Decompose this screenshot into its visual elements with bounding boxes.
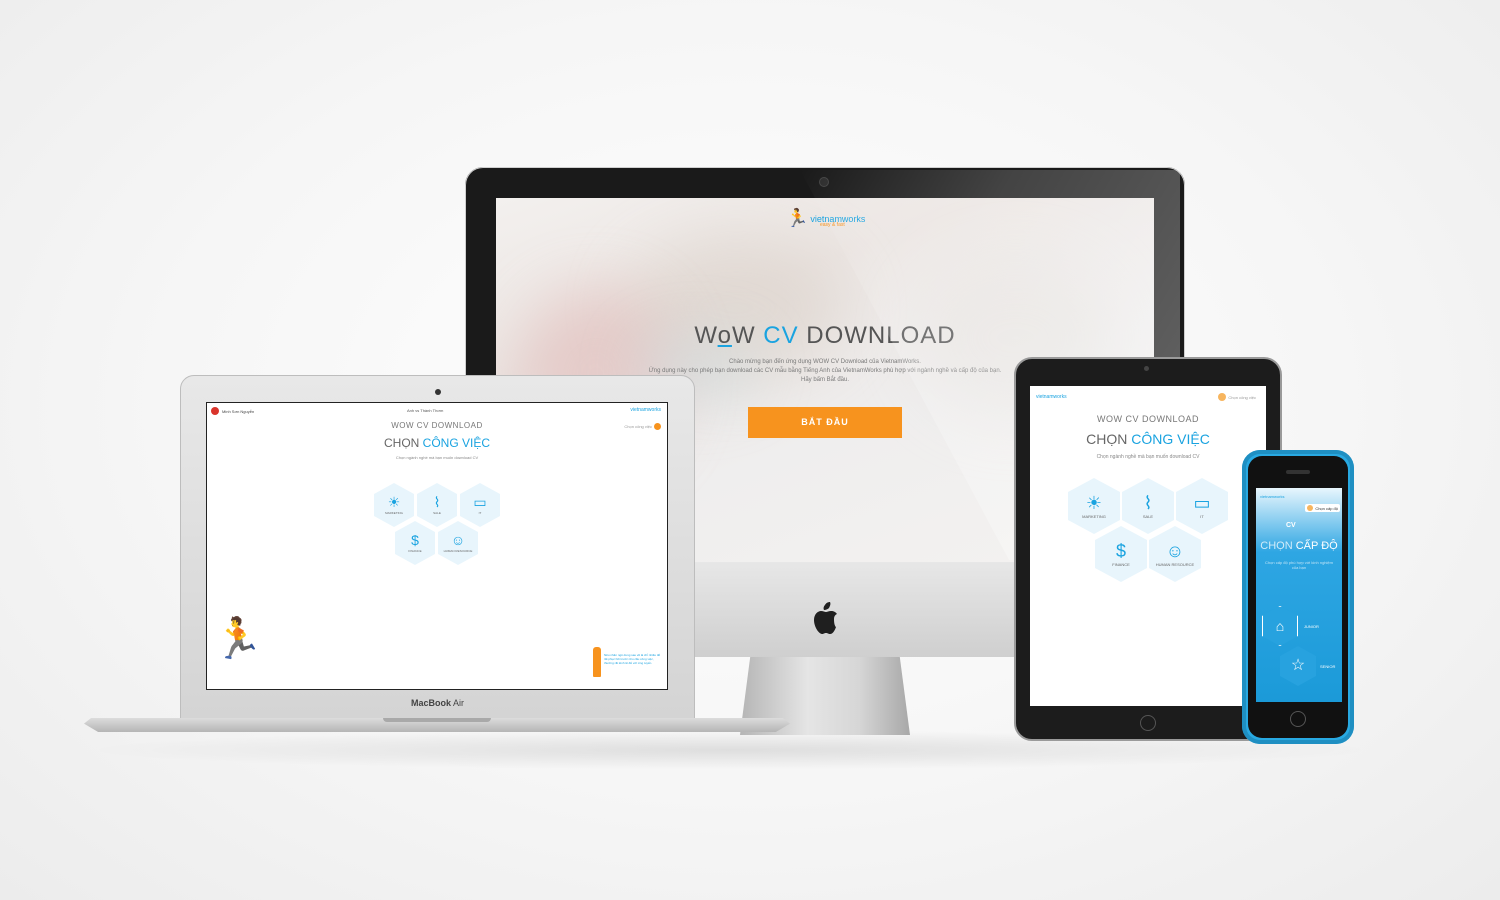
ipad-choose-heading: CHỌN CÔNG VIỆC [1086, 431, 1210, 447]
ipad-camera [1144, 366, 1149, 371]
level-junior[interactable]: ⌂ [1262, 606, 1298, 646]
logo-tagline: easy & fast [820, 222, 845, 228]
choose-job-heading: CHỌN CÔNG VIỆC [383, 436, 490, 450]
phone-brand[interactable]: vietnamworks [1260, 494, 1284, 499]
app-title-small: WOW CV DOWNLOAD [391, 421, 483, 430]
app-title: WoW CV DOWNLOAD [694, 322, 956, 349]
apple-logo-icon [810, 600, 840, 636]
hex-it[interactable]: ▭ IT [1176, 478, 1228, 534]
phone-choose-heading: CHỌN CẤP ĐỘ [1260, 540, 1338, 552]
user-profile[interactable]: Minh Sơn Nguyễn [211, 407, 254, 415]
phone-subtitle: Chọn cấp độ phù hợp với kinh nghiệm của … [1265, 560, 1333, 570]
star-icon: ☆ [1290, 657, 1306, 674]
macbook-screen: Minh Sơn Nguyễn Anh vs Thành Thơm vietna… [206, 402, 668, 690]
choose-job-subtitle: Chọn ngành nghề mà bạn muốn download CV [395, 455, 479, 460]
chart-icon: ⌇ [433, 494, 441, 510]
avatar [1307, 505, 1314, 511]
hex-finance[interactable]: $ FINANCE [395, 521, 435, 565]
dollar-icon: $ [411, 532, 419, 548]
people-icon: ☺ [450, 532, 466, 548]
avatar [211, 407, 219, 415]
avatar [1218, 393, 1227, 401]
lightbulb-icon: ☀ [1085, 492, 1103, 513]
ipad-subtitle: Chọn ngành nghề mà bạn muốn download CV [1096, 454, 1200, 460]
user-name: Minh Sơn Nguyễn [222, 408, 255, 414]
lightbulb-icon: ☀ [387, 494, 401, 510]
hex-human-resource[interactable]: ☺ HUMAN RESOURCE [1149, 526, 1201, 582]
phone-speaker [1286, 470, 1310, 474]
hex-marketing[interactable]: ☀ MARKETING [374, 483, 414, 527]
macbook-notch [383, 718, 491, 722]
brand-logo[interactable]: vietnamworks [630, 407, 661, 413]
person-figure-icon [593, 647, 601, 677]
macbook-label: MacBook Air [410, 698, 465, 708]
hex-sale[interactable]: ⌇ SALE [417, 483, 457, 527]
ipad-app-title: WOW CV DOWNLOAD [1097, 414, 1199, 424]
ipad-screen: vietnamworks Chọn công việc WOW CV DOWNL… [1030, 386, 1266, 706]
phone-level-chip[interactable]: Chọn cấp độ [1305, 504, 1340, 512]
phone-cv-label: CV [1286, 522, 1296, 529]
macbook-camera [435, 389, 441, 395]
level-senior[interactable]: ☆ [1280, 646, 1316, 686]
hint-text: Nếu nhân ngô dung sau về là chỉ nhiều đổ… [604, 653, 661, 665]
hex-finance[interactable]: $ FINANCE [1095, 526, 1147, 582]
phone-screen: vietnamworks Chọn cấp độ CV CHỌN CẤP ĐỘ … [1256, 488, 1342, 702]
phone-home-button[interactable] [1290, 711, 1306, 727]
ipad-user-chip[interactable]: Chọn công việc [1218, 393, 1256, 401]
monitor-icon: ▭ [1193, 492, 1211, 513]
ipad-home-button[interactable] [1140, 715, 1156, 731]
level-senior-label: SENIOR [1320, 664, 1336, 669]
graduation-cap-icon: ⌂ [1275, 618, 1285, 634]
ipad-brand[interactable]: vietnamworks [1036, 394, 1067, 400]
decorative-figure-icon: 🏃 [213, 617, 263, 661]
top-center-label: Anh vs Thành Thơm [407, 408, 444, 413]
hex-marketing[interactable]: ☀ MARKETING [1068, 478, 1120, 534]
level-junior-label: JUNIOR [1304, 624, 1319, 629]
imac-camera [819, 177, 829, 187]
hex-it[interactable]: ▭ IT [460, 483, 500, 527]
chart-icon: ⌇ [1143, 492, 1153, 513]
people-icon: ☺ [1165, 540, 1185, 561]
dollar-icon: $ [1115, 540, 1126, 561]
running-man-icon: 🏃 [786, 208, 809, 228]
monitor-icon: ▭ [473, 494, 487, 510]
hex-human-resource[interactable]: ☺ HUMAN RESOURCE [438, 521, 478, 565]
hex-sale[interactable]: ⌇ SALE [1122, 478, 1174, 534]
start-button[interactable]: BẮT ĐẦU [748, 407, 902, 438]
